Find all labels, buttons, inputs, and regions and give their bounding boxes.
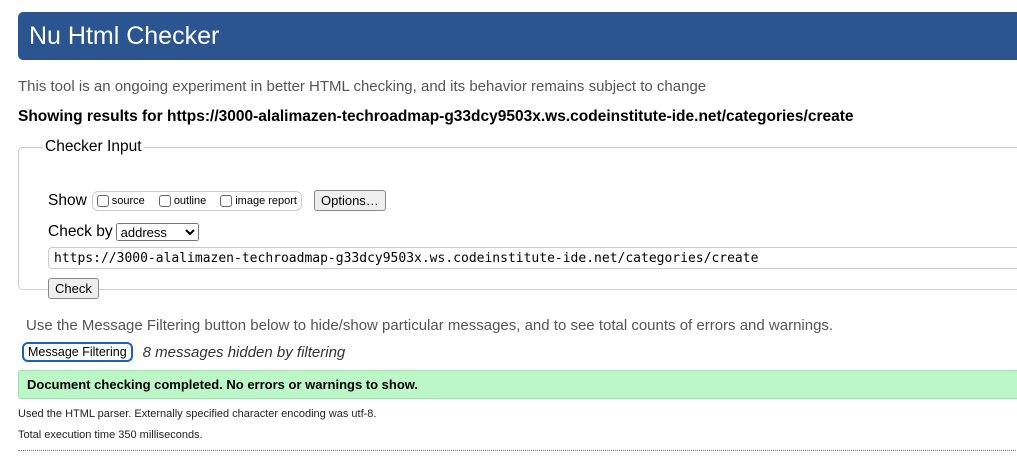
check-button[interactable]: Check bbox=[48, 278, 99, 299]
results-heading: Showing results for https://3000-alalima… bbox=[18, 108, 854, 125]
show-label: Show bbox=[48, 191, 87, 209]
execution-time: Total execution time 350 milliseconds. bbox=[18, 429, 203, 441]
show-outline-checkbox[interactable]: outline bbox=[158, 194, 207, 207]
check-by-select[interactable]: address bbox=[115, 223, 199, 241]
show-options-group: source outline image report bbox=[91, 190, 302, 211]
checkbox-icon[interactable] bbox=[220, 194, 233, 207]
check-by-label: Check by bbox=[48, 223, 113, 240]
message-filtering-row: Message Filtering 8 messages hidden by f… bbox=[22, 342, 345, 362]
hidden-messages-count: 8 messages hidden by filtering bbox=[142, 343, 346, 361]
checker-input-fieldset: Checker Input Show source outline image … bbox=[18, 138, 1017, 299]
checkbox-icon[interactable] bbox=[158, 194, 171, 207]
show-source-checkbox[interactable]: source bbox=[96, 194, 145, 207]
check-by-row: Check by address bbox=[48, 223, 199, 241]
intro-text: This tool is an ongoing experiment in be… bbox=[18, 78, 707, 95]
page-title: Nu Html Checker bbox=[29, 22, 220, 50]
options-button[interactable]: Options… bbox=[314, 190, 386, 211]
checkbox-label: image report bbox=[235, 194, 297, 207]
url-input[interactable]: https://3000-alalimazen-techroadmap-g33d… bbox=[48, 247, 1017, 269]
divider bbox=[18, 450, 1017, 451]
message-filtering-button[interactable]: Message Filtering bbox=[22, 342, 133, 362]
filtering-hint: Use the Message Filtering button below t… bbox=[26, 317, 834, 334]
checkbox-icon[interactable] bbox=[96, 194, 109, 207]
app-header: Nu Html Checker bbox=[18, 12, 1017, 60]
checker-input-legend: Checker Input bbox=[45, 138, 142, 155]
show-image-report-checkbox[interactable]: image report bbox=[220, 194, 297, 207]
parser-info: Used the HTML parser. Externally specifi… bbox=[18, 408, 377, 420]
success-message: Document checking completed. No errors o… bbox=[18, 370, 1017, 399]
check-row: Check bbox=[48, 278, 99, 299]
checkbox-label: source bbox=[111, 194, 145, 207]
show-row: Show source outline image report Options… bbox=[48, 190, 386, 211]
checkbox-label: outline bbox=[173, 194, 207, 207]
